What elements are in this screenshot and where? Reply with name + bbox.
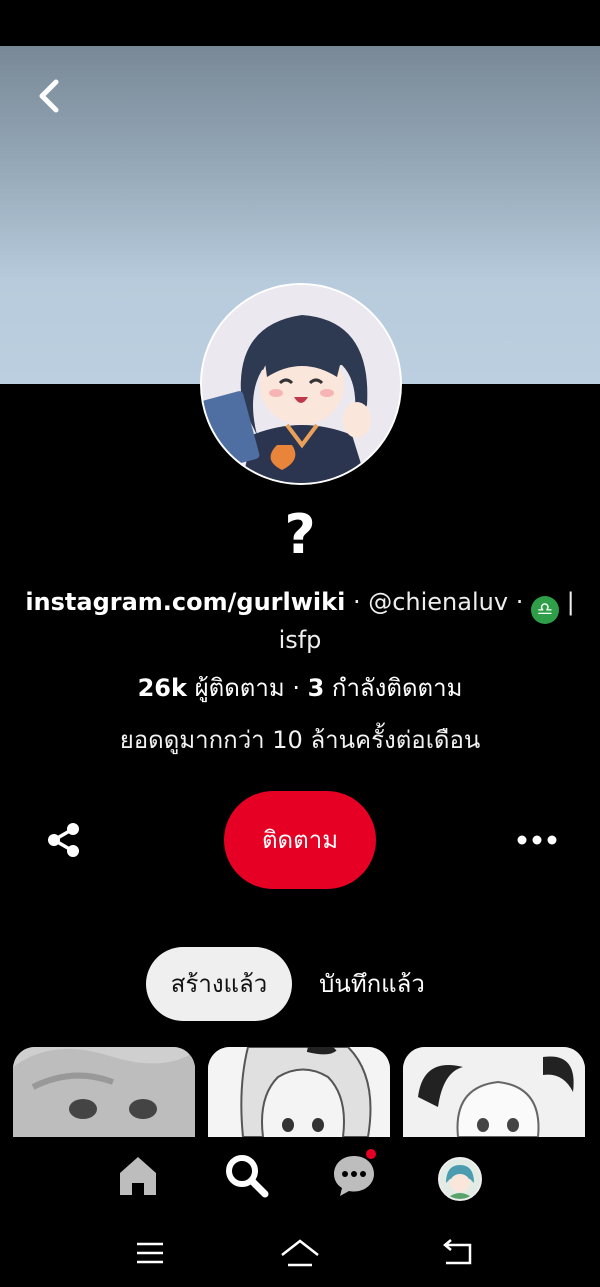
system-back-button[interactable] — [436, 1235, 476, 1271]
following-label: กำลังติดตาม — [331, 674, 463, 702]
libra-icon: ♎ — [530, 596, 559, 624]
recents-button[interactable] — [130, 1235, 170, 1271]
pin-thumbnail[interactable] — [403, 1047, 585, 1137]
followers-label: ผู้ติดตาม — [194, 674, 285, 702]
bio-link[interactable]: instagram.com/gurlwiki — [25, 588, 345, 616]
stats-separator: · — [284, 674, 308, 702]
recents-icon — [137, 1242, 163, 1264]
nav-search[interactable] — [222, 1151, 270, 1199]
follow-button[interactable]: ติดตาม — [224, 791, 376, 889]
system-navigation-bar — [0, 1217, 600, 1287]
status-bar — [0, 0, 600, 46]
share-icon — [48, 823, 79, 857]
back-system-icon — [443, 1239, 472, 1265]
system-home-button[interactable] — [280, 1235, 320, 1271]
more-horizontal-icon — [517, 835, 557, 845]
monthly-views: ยอดดูมากกว่า 10 ล้านครั้งต่อเดือน — [119, 726, 481, 754]
more-options-button[interactable] — [516, 824, 558, 856]
search-icon — [226, 1155, 269, 1198]
chevron-left-icon — [39, 79, 59, 113]
tab-created[interactable]: สร้างแล้ว — [146, 947, 292, 1021]
follow-stats[interactable]: 26k ผู้ติดตาม · 3 กำลังติดตาม — [0, 671, 600, 705]
nav-profile[interactable] — [438, 1157, 486, 1205]
nav-home[interactable] — [114, 1151, 162, 1199]
back-button[interactable] — [30, 76, 70, 116]
bottom-navigation — [0, 1137, 600, 1217]
profile-avatar — [200, 283, 402, 485]
tab-saved[interactable]: บันทึกแล้ว — [300, 947, 444, 1021]
profile-avatar-icon — [438, 1157, 482, 1201]
pin-thumbnail[interactable] — [208, 1047, 390, 1137]
bio-separator: · — [508, 588, 531, 616]
followers-count: 26k — [137, 674, 187, 702]
bio-handle: @chienaluv — [368, 588, 509, 616]
bio-separator: · — [345, 588, 369, 616]
notification-dot — [366, 1149, 376, 1159]
share-button[interactable] — [44, 820, 84, 860]
profile-name: ? — [284, 503, 316, 566]
nav-messages[interactable] — [330, 1149, 378, 1199]
home-system-icon — [281, 1239, 319, 1267]
profile-bio: instagram.com/gurlwiki · @chienaluv · ♎ … — [20, 586, 580, 657]
pin-thumbnail[interactable] — [13, 1047, 195, 1137]
home-icon — [120, 1157, 156, 1195]
following-count: 3 — [307, 674, 325, 702]
